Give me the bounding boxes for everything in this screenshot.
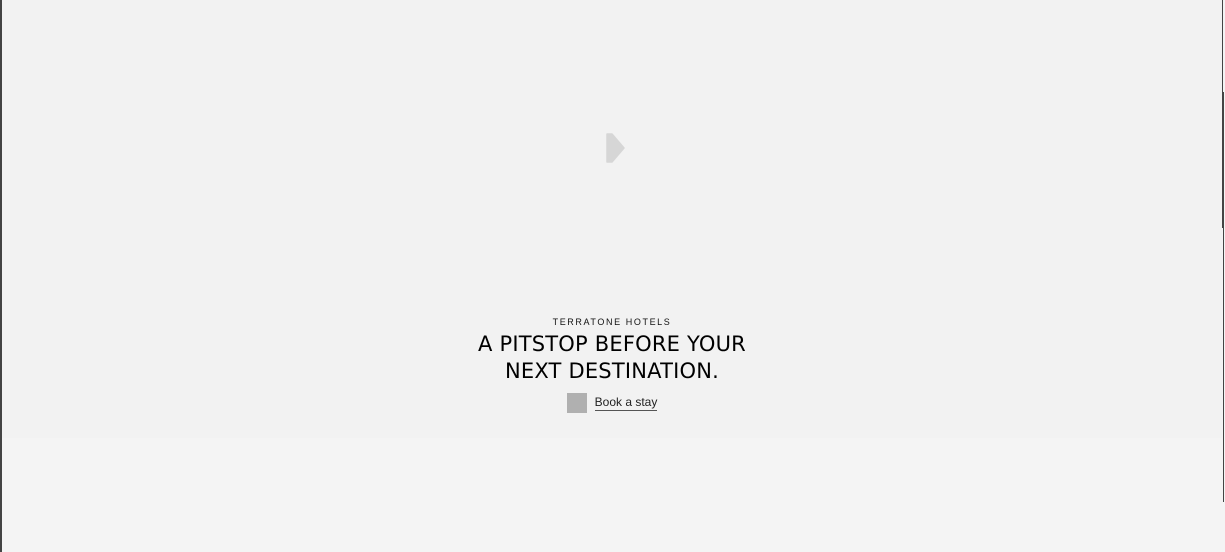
- hero-headline: A PITSTOP BEFORE YOUR NEXT DESTINATION.: [2, 331, 1222, 385]
- play-button[interactable]: [605, 133, 625, 163]
- play-icon: [606, 133, 625, 163]
- hero-content: TERRATONE HOTELS A PITSTOP BEFORE YOUR N…: [2, 316, 1222, 418]
- image-placeholder-icon: [566, 393, 587, 413]
- hero-section: TERRATONE HOTELS A PITSTOP BEFORE YOUR N…: [2, 0, 1222, 438]
- book-a-stay-label[interactable]: Book a stay: [594, 395, 658, 411]
- brand-eyebrow: TERRATONE HOTELS: [552, 317, 672, 327]
- page-frame: TERRATONE HOTELS A PITSTOP BEFORE YOUR N…: [0, 0, 1225, 552]
- hero-headline-line-2: NEXT DESTINATION.: [504, 359, 720, 383]
- hero-headline-line-1: A PITSTOP BEFORE YOUR: [478, 332, 746, 356]
- window-edge-right-inner: [1223, 92, 1224, 502]
- book-a-stay-link[interactable]: Book a stay: [566, 393, 658, 413]
